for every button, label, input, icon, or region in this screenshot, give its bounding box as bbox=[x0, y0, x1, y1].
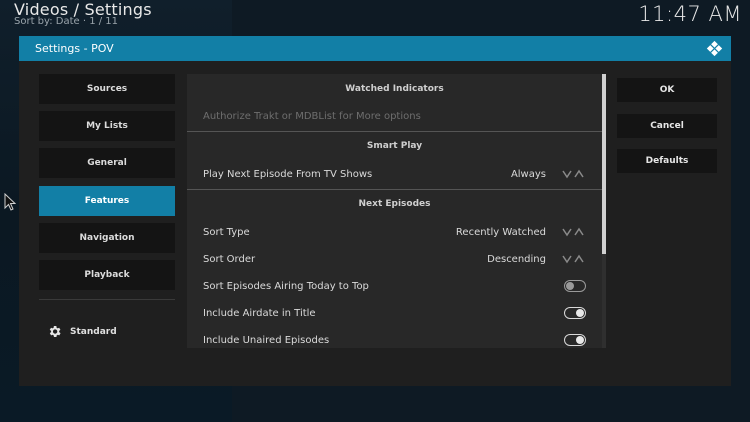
defaults-button[interactable]: Defaults bbox=[617, 149, 717, 173]
category-sources[interactable]: Sources bbox=[39, 74, 175, 104]
spinner-arrows-icon[interactable] bbox=[562, 227, 586, 237]
setting-play-next-label: Play Next Episode From TV Shows bbox=[203, 168, 373, 180]
category-my-lists[interactable]: My Lists bbox=[39, 111, 175, 141]
setting-sort-airing-today[interactable]: Sort Episodes Airing Today to Top bbox=[203, 275, 586, 297]
setting-authorize: Authorize Trakt or MDBList for More opti… bbox=[203, 105, 586, 127]
toggle-knob bbox=[576, 309, 584, 317]
sort-info: Sort by: Date · 1 / 11 bbox=[14, 16, 119, 27]
toggle-knob bbox=[566, 282, 574, 290]
dialog-titlebar: Settings - POV bbox=[19, 36, 731, 61]
group-watched-indicators: Watched Indicators bbox=[345, 84, 444, 94]
settings-list: Watched Indicators Authorize Trakt or MD… bbox=[187, 74, 602, 348]
mouse-pointer-icon bbox=[4, 193, 16, 211]
kodi-logo-icon bbox=[706, 40, 723, 57]
dialog-title: Settings - POV bbox=[35, 42, 114, 55]
category-playback[interactable]: Playback bbox=[39, 260, 175, 290]
setting-sort-airing-label: Sort Episodes Airing Today to Top bbox=[203, 280, 369, 292]
setting-sort-type-label: Sort Type bbox=[203, 226, 250, 238]
setting-sort-order[interactable]: Sort Order Descending bbox=[203, 248, 586, 270]
settings-scrollbar[interactable] bbox=[602, 74, 606, 348]
setting-sort-type[interactable]: Sort Type Recently Watched bbox=[203, 221, 586, 243]
gear-icon bbox=[49, 326, 61, 337]
toggle-switch[interactable] bbox=[564, 307, 586, 319]
toggle-switch[interactable] bbox=[564, 334, 586, 346]
category-navigation[interactable]: Navigation bbox=[39, 223, 175, 253]
setting-play-next-value: Always bbox=[510, 168, 546, 180]
spinner-arrows-icon[interactable] bbox=[562, 169, 586, 179]
setting-include-unaired[interactable]: Include Unaired Episodes bbox=[203, 329, 586, 348]
category-divider bbox=[39, 299, 175, 300]
setting-include-airdate-label: Include Airdate in Title bbox=[203, 307, 316, 319]
setting-include-airdate[interactable]: Include Airdate in Title bbox=[203, 302, 586, 324]
category-features[interactable]: Features bbox=[39, 186, 175, 216]
group-smart-play: Smart Play bbox=[366, 141, 423, 151]
toggle-switch[interactable] bbox=[564, 280, 586, 292]
settings-dialog: Settings - POV Sources My Lists General … bbox=[19, 36, 731, 386]
clock: 11:47 AM bbox=[638, 2, 742, 26]
group-separator bbox=[187, 189, 602, 190]
settings-level-button[interactable]: Standard bbox=[47, 324, 117, 339]
group-next-episodes: Next Episodes bbox=[358, 199, 431, 209]
settings-level-label: Standard bbox=[70, 326, 117, 337]
scrollbar-thumb[interactable] bbox=[602, 74, 606, 254]
ok-button[interactable]: OK bbox=[617, 78, 717, 102]
category-general[interactable]: General bbox=[39, 148, 175, 178]
setting-include-unaired-label: Include Unaired Episodes bbox=[203, 334, 330, 346]
toggle-knob bbox=[576, 336, 584, 344]
setting-sort-type-value: Recently Watched bbox=[455, 226, 546, 238]
cancel-button[interactable]: Cancel bbox=[617, 114, 717, 138]
setting-sort-order-value: Descending bbox=[487, 253, 546, 265]
setting-authorize-label: Authorize Trakt or MDBList for More opti… bbox=[203, 110, 421, 122]
spinner-arrows-icon[interactable] bbox=[562, 254, 586, 264]
setting-play-next-episode[interactable]: Play Next Episode From TV Shows Always bbox=[203, 163, 586, 185]
setting-sort-order-label: Sort Order bbox=[203, 253, 256, 265]
group-separator bbox=[187, 131, 602, 132]
